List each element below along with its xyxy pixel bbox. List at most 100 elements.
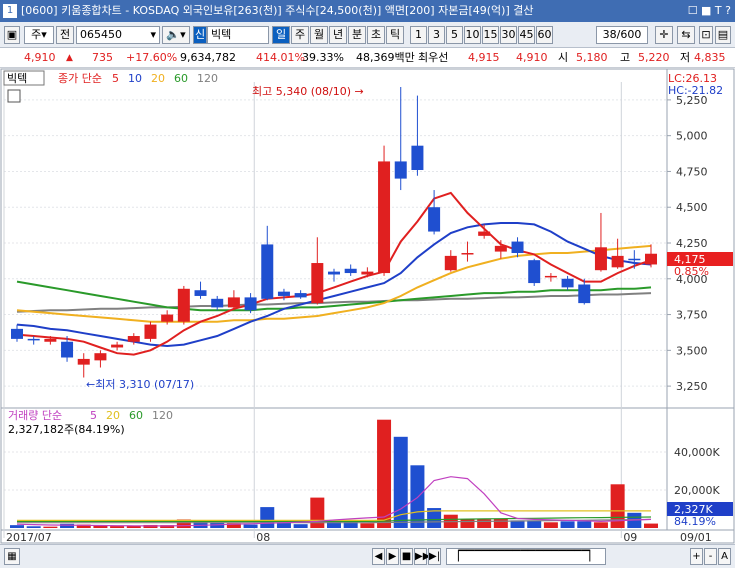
end-date-label: 09/01 [680,531,712,544]
scroll-slider[interactable]: ▕▔▔▔▔▔▔▔▔▔▔▔▔▔▔▔▔▔▏ [446,548,606,565]
interval-button-45[interactable]: 45 [518,26,535,44]
price-legend-ma-20: 20 [151,72,165,85]
candle-body [428,207,441,232]
status-bar: ▦ ◀ ▶ ■ ▶▶ ▶| ▕▔▔▔▔▔▔▔▔▔▔▔▔▔▔▔▔▔▏ + - A [0,544,735,568]
candle-body [328,271,340,275]
volume-bar [477,519,492,528]
nav-button-0[interactable]: ◀ [372,548,385,565]
tab-period-2[interactable]: 월 [310,26,328,44]
volume-bar [26,526,41,528]
candle-body [11,328,23,339]
volume-bar [360,523,375,528]
save-icon[interactable]: ▤ [715,26,731,44]
candle-body [127,336,140,342]
split-icon[interactable]: ⇆ [677,26,695,44]
price-legend-prefix: 종가 단순 [58,72,102,85]
nav-button-3[interactable]: ▶▶ [414,548,430,565]
volume-legend-ma-5: 5 [90,409,97,422]
candle-body [528,260,541,284]
window-controls[interactable]: ☐ ■ T ? [688,0,731,22]
volume-bar [410,465,425,528]
tab-period-4[interactable]: 분 [348,26,366,44]
price-legend-ma-120: 120 [197,72,218,85]
low-label: 저 [680,51,691,64]
zoom-button-1[interactable]: - [704,548,717,565]
volume-bar [593,522,608,528]
interval-button-10[interactable]: 10 [464,26,481,44]
open-label: 시 [558,51,569,64]
volume-bar [460,519,475,528]
candle-body [411,145,424,171]
page-count-field[interactable]: 38/600 [596,26,648,44]
stock-label: 빅텍 [7,72,27,85]
candle-body [378,161,391,274]
volume-legend-prefix: 거래량 단순 [8,409,62,422]
price-change-pct: +17.60% [126,51,178,64]
volume-bar [43,526,58,528]
interval-button-3[interactable]: 3 [428,26,445,44]
nav-button-1[interactable]: ▶ [386,548,399,565]
candle-body [561,278,574,288]
market-value: 주 [31,28,42,41]
tab-period-5[interactable]: 초 [367,26,385,44]
interval-button-5[interactable]: 5 [446,26,463,44]
price-tick-label: 4,250 [676,237,708,250]
candle-body [27,338,40,341]
nav-button-4[interactable]: ▶| [428,548,441,565]
nav-button-2[interactable]: ■ [400,548,413,565]
candle-body [494,245,507,252]
price-volume-chart[interactable]: 3,2503,5003,7504,0004,2504,5004,7505,000… [0,68,735,544]
candle-body [611,255,624,268]
zoom-button-0[interactable]: + [690,548,703,565]
chart-toolbar: ▣ 주▾ 전 065450 ▾ 🔈▾ 신 빅텍 일주월년분초틱 1 3 5 10 15 30… [0,22,735,48]
volume-tick-label: 40,000K [674,446,720,459]
price-tick-label: 3,500 [676,344,708,357]
stock-code-input[interactable]: 065450 ▾ [76,26,160,44]
date-tick-label: 2017/07 [6,531,52,544]
candle-body [244,297,257,311]
volume-bar [243,524,258,528]
zoom-button-2[interactable]: A [718,548,731,565]
crosshair-icon[interactable]: ✛ [655,26,673,44]
candle-body [628,258,641,261]
candle-body [177,288,190,322]
candle-body [461,253,474,255]
interval-button-1[interactable]: 1 [410,26,427,44]
volume-bar [543,522,558,528]
high-label: 고 [620,51,631,64]
tab-period-6[interactable]: 틱 [386,26,404,44]
stock-code-value: 065450 [80,28,122,41]
tab-period-1[interactable]: 주 [291,26,309,44]
candle-body [77,358,90,365]
volume-bar [377,419,392,528]
stock-name-field[interactable]: 빅텍 [207,26,269,44]
candle-body [111,344,124,348]
trade-amount: 48,369백만 [356,51,415,64]
current-price: 4,910 [24,51,56,64]
tab-period-0[interactable]: 일 [272,26,290,44]
candle-body [261,244,274,299]
price-legend-ma-10: 10 [128,72,142,85]
low-annotation: ←최저 3,310 (07/17) [86,378,194,391]
price-legend-ma-5: 5 [112,72,119,85]
interval-button-60[interactable]: 60 [536,26,553,44]
price-tick-label: 3,250 [676,380,708,393]
current-pct-label: 0.85% [674,265,709,278]
candle-body [344,268,357,274]
quote-row: 4,910 ▲ 735 +17.60% 9,634,782 414.01% 39… [0,48,735,68]
grid-toggle-icon [7,89,21,103]
lock-icon[interactable]: ⊡ [699,26,713,44]
tab-period-3[interactable]: 년 [329,26,347,44]
candle-body [511,241,524,254]
open-price: 5,180 [576,51,608,64]
layout-icon[interactable]: ▣ [4,26,20,44]
settings-icon[interactable]: ▦ [4,548,20,565]
price-tick-label: 5,000 [676,130,708,143]
interval-button-15[interactable]: 15 [482,26,499,44]
speaker-icon[interactable]: 🔈▾ [162,26,190,44]
volume-legend-ma-20: 20 [106,409,120,422]
interval-button-30[interactable]: 30 [500,26,517,44]
period-prefix-button[interactable]: 전 [56,26,74,44]
market-select[interactable]: 주▾ [24,26,54,44]
volume-bar [10,525,24,528]
